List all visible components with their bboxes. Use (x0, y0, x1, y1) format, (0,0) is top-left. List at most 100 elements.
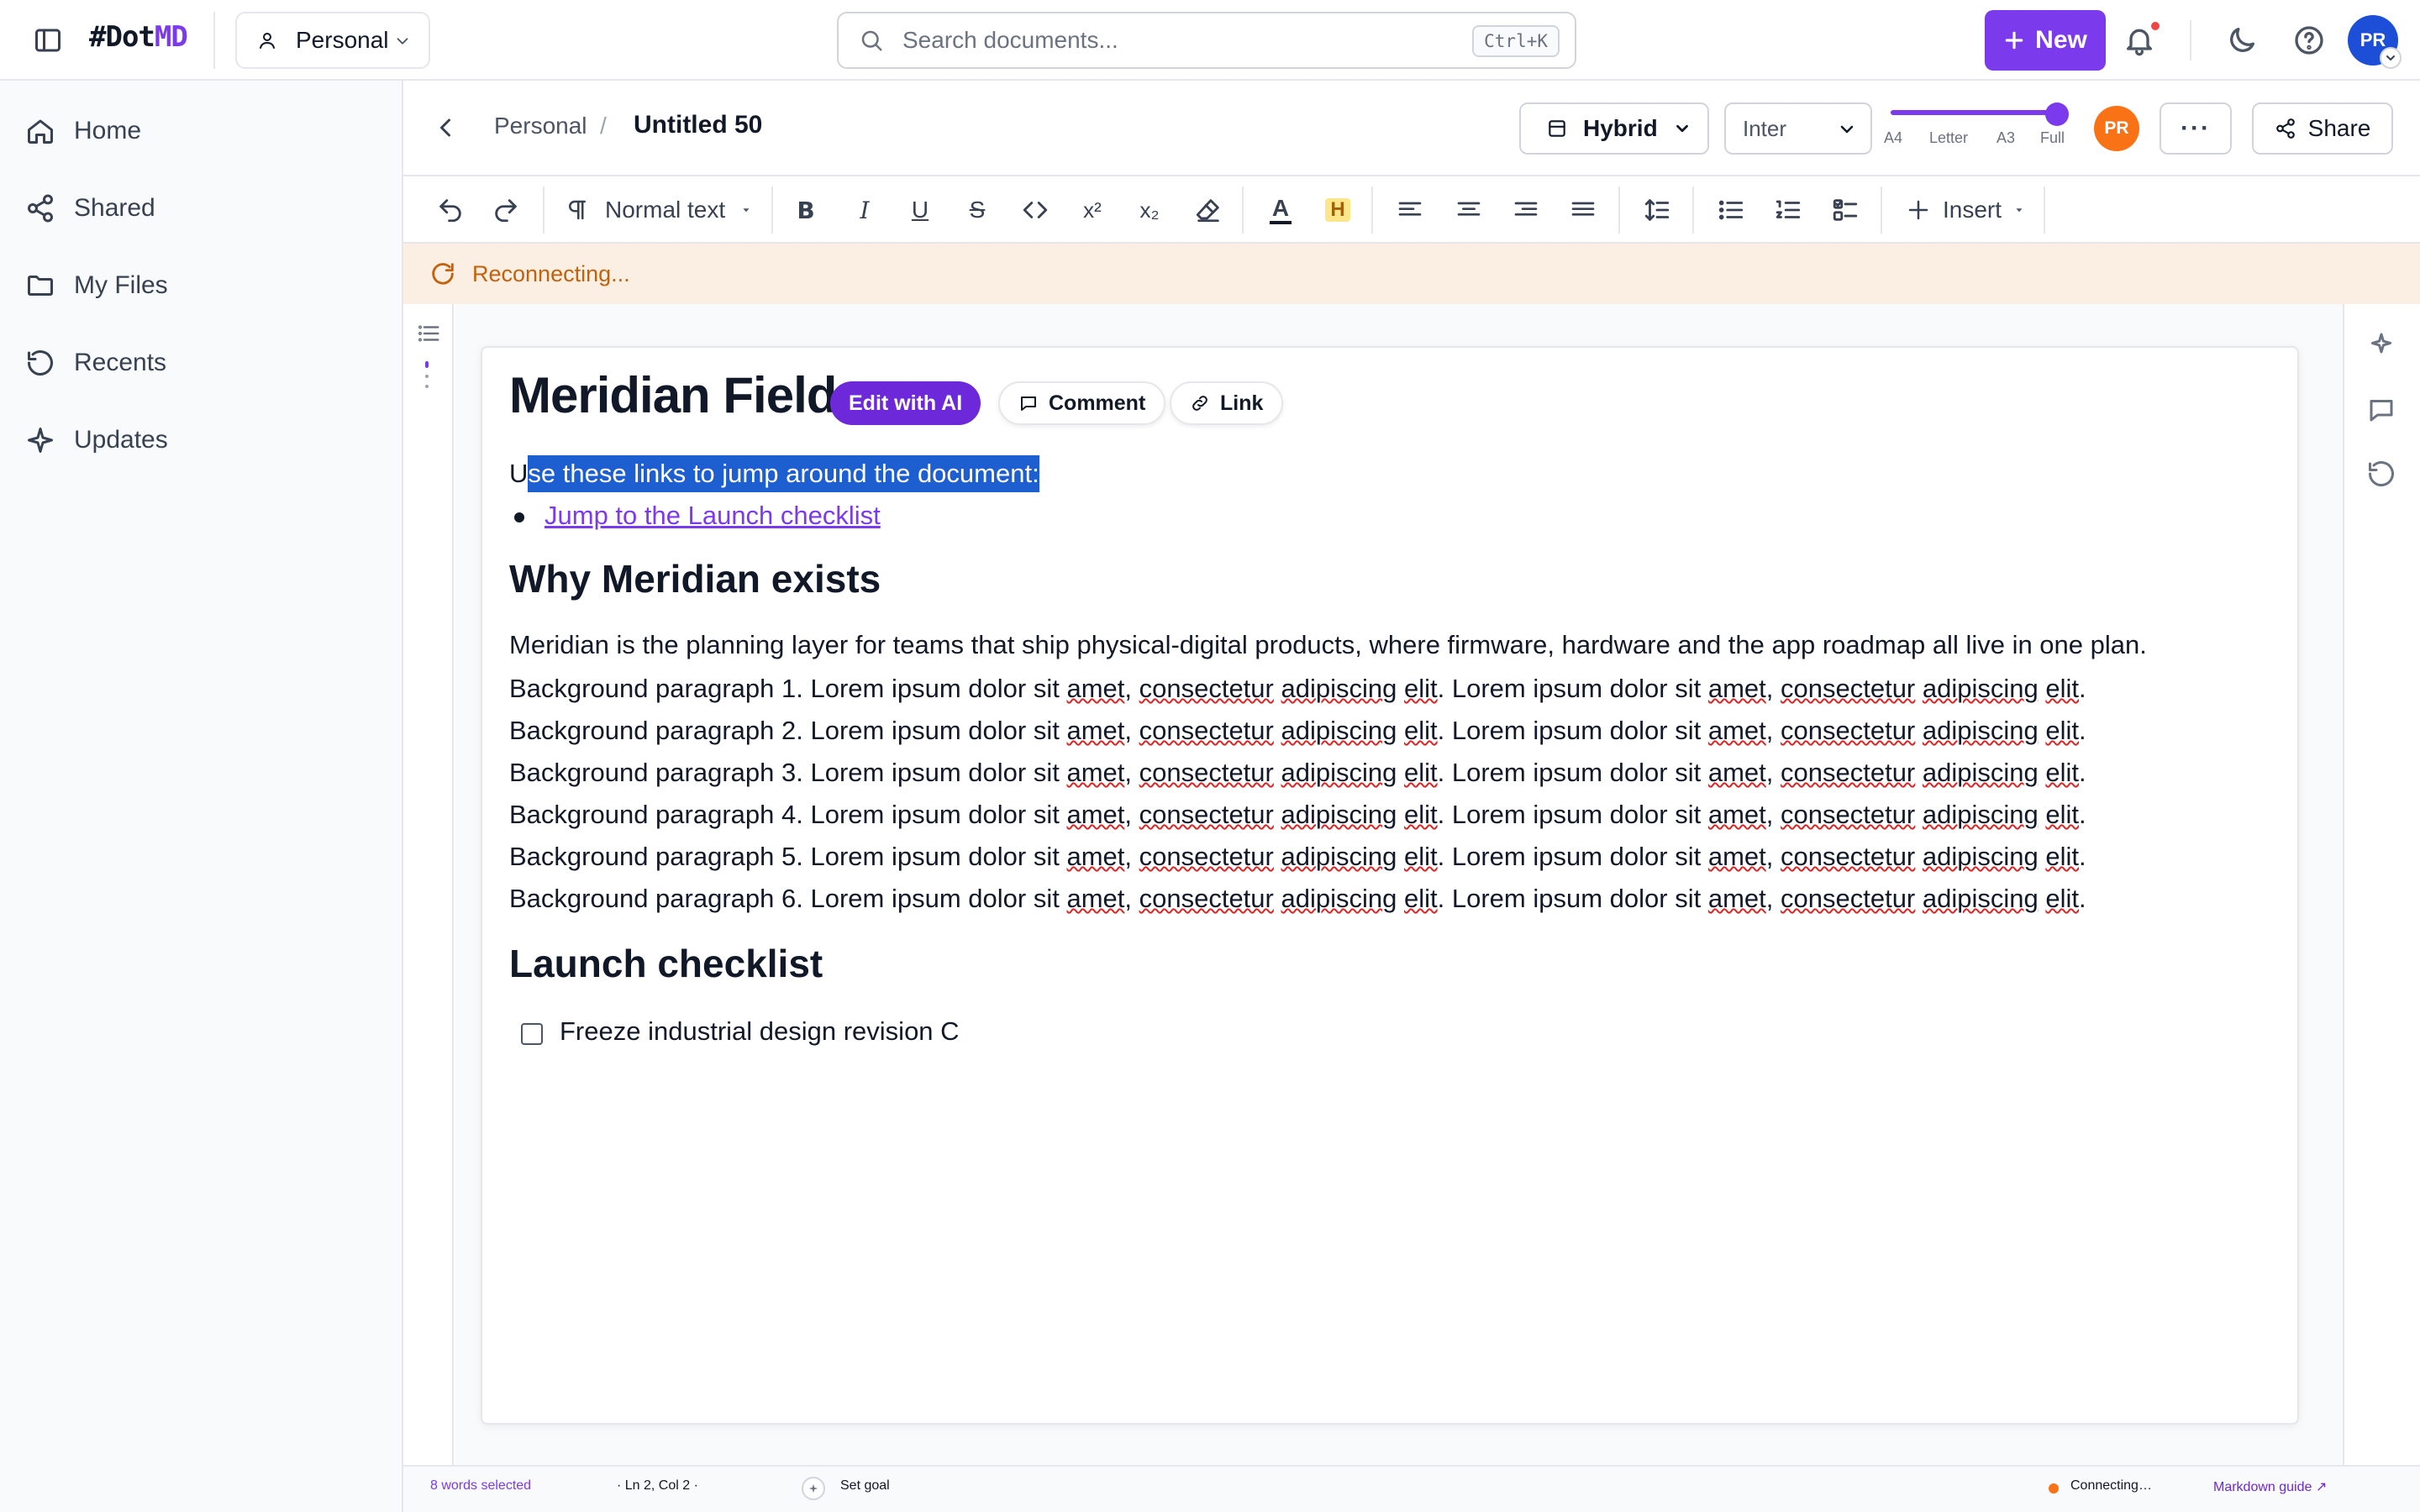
new-document-button[interactable]: New (1985, 10, 2106, 71)
task-list-icon[interactable] (1828, 192, 1862, 228)
italic-button[interactable]: I (850, 192, 879, 228)
align-justify-icon[interactable] (1566, 192, 1600, 228)
sidebar-item-label: Home (74, 117, 142, 144)
font-select[interactable]: Inter (1724, 102, 1872, 155)
background-paragraph[interactable]: Background paragraph 4. Lorem ipsum dolo… (509, 800, 2086, 830)
document-title[interactable]: Meridian Field (509, 366, 837, 424)
why-paragraph[interactable]: Meridian is the planning layer for teams… (509, 630, 2147, 660)
text-color-swatch (1270, 221, 1292, 224)
view-mode-dropdown[interactable]: Hybrid (1519, 102, 1709, 155)
page-size-label-a4[interactable]: A4 (1884, 129, 1902, 147)
sidebar-item-shared[interactable]: Shared (25, 185, 155, 232)
background-paragraph[interactable]: Background paragraph 3. Lorem ipsum dolo… (509, 758, 2086, 788)
checklist-checkbox[interactable] (521, 1023, 543, 1045)
subscript-button[interactable]: x₂ (1133, 192, 1166, 228)
chevron-down-icon (1676, 124, 1688, 133)
document-name[interactable]: Untitled 50 (634, 111, 762, 139)
background-paragraph[interactable]: Background paragraph 5. Lorem ipsum dolo… (509, 842, 2086, 872)
outline-marker-active[interactable] (425, 361, 429, 368)
background-paragraph[interactable]: Background paragraph 2. Lorem ipsum dolo… (509, 716, 2086, 746)
breadcrumb-parent[interactable]: Personal (494, 113, 587, 139)
cursor-position: · Ln 2, Col 2 · (617, 1478, 698, 1493)
strikethrough-button[interactable]: S (963, 192, 992, 228)
sidebar-toggle-icon[interactable] (32, 25, 64, 55)
link-icon (1192, 396, 1207, 411)
share-icon (28, 194, 53, 223)
divider (2190, 20, 2191, 60)
align-right-icon[interactable] (1509, 192, 1543, 228)
workspace-switcher[interactable]: Personal (235, 12, 430, 69)
connection-status: Connecting… (2070, 1478, 2152, 1493)
text-color-button[interactable]: A (1264, 192, 1297, 228)
page-size-label-letter[interactable]: Letter (1929, 129, 1968, 147)
edit-with-ai-button[interactable]: Edit with AI (830, 381, 981, 425)
inline-code-icon[interactable] (1018, 192, 1052, 228)
superscript-button[interactable]: x² (1076, 192, 1109, 228)
comment-icon (1021, 396, 1036, 411)
sidebar-item-my-files[interactable]: My Files (25, 262, 168, 309)
insert-dropdown[interactable]: Insert (1902, 192, 2028, 228)
highlight-button[interactable]: H (1321, 192, 1355, 228)
share-button[interactable]: Share (2252, 102, 2393, 155)
version-history-icon[interactable] (2366, 459, 2396, 489)
ai-sparkle-icon[interactable] (2366, 329, 2396, 360)
underline-button[interactable]: U (906, 192, 934, 228)
divider (213, 12, 215, 69)
bullet-list-icon[interactable] (1714, 192, 1748, 228)
page-size-slider-knob[interactable] (2045, 102, 2069, 126)
search-icon (861, 30, 882, 51)
reconnecting-banner: Reconnecting... (403, 244, 2420, 304)
banner-text: Reconnecting... (472, 260, 630, 286)
outline-marker[interactable] (425, 375, 429, 378)
help-icon[interactable] (2292, 24, 2326, 57)
sidebar-item-recents[interactable]: Recents (25, 339, 166, 386)
block-type-label: Normal text (605, 197, 726, 223)
outline-icon[interactable] (415, 321, 442, 346)
toolbar-divider (2044, 186, 2045, 234)
back-arrow-icon[interactable] (430, 113, 460, 143)
link-button[interactable]: Link (1170, 381, 1284, 425)
more-options-button[interactable]: ··· (2160, 102, 2232, 155)
anchor-link[interactable]: Jump to the Launch checklist (544, 501, 881, 531)
intro-paragraph[interactable]: Use these links to jump around the docum… (509, 455, 1039, 492)
heading-why[interactable]: Why Meridian exists (509, 556, 881, 601)
align-center-icon[interactable] (1452, 192, 1486, 228)
heading-launch[interactable]: Launch checklist (509, 941, 823, 986)
markdown-guide-link[interactable]: Markdown guide ↗ (2213, 1478, 2327, 1495)
chevron-down-icon (1840, 125, 1854, 134)
background-paragraph[interactable]: Background paragraph 1. Lorem ipsum dolo… (509, 674, 2086, 704)
redo-icon[interactable] (491, 192, 521, 228)
clear-format-icon[interactable] (1192, 192, 1225, 228)
checklist-item-label[interactable]: Freeze industrial design revision C (560, 1016, 960, 1047)
plus-icon (1908, 200, 1928, 220)
insert-label: Insert (1942, 197, 2002, 223)
line-height-icon[interactable] (1640, 192, 1674, 228)
set-goal-button[interactable]: Set goal (840, 1478, 890, 1494)
comments-icon[interactable] (2366, 395, 2396, 425)
background-paragraph[interactable]: Background paragraph 6. Lorem ipsum dolo… (509, 884, 2086, 914)
search-input[interactable]: Search documents... Ctrl+K (837, 12, 1576, 69)
avatar-menu-chevron-icon[interactable] (2380, 47, 2402, 69)
chevron-down-icon (397, 38, 408, 45)
align-left-icon[interactable] (1393, 192, 1427, 228)
home-icon (28, 119, 53, 144)
page-size-label-full[interactable]: Full (2040, 129, 2065, 147)
collaborator-avatar[interactable]: PR (2094, 106, 2139, 151)
moon-icon[interactable] (2225, 24, 2259, 57)
page-size-slider[interactable] (1891, 110, 2059, 115)
app-logo[interactable]: #DotMD (89, 20, 188, 54)
page-size-label-a3[interactable]: A3 (1996, 129, 2015, 147)
sidebar-item-updates[interactable]: Updates (25, 417, 168, 464)
outline-marker[interactable] (425, 385, 429, 388)
plus-icon (2005, 31, 2023, 50)
block-type-dropdown[interactable]: Normal text (565, 192, 758, 228)
numbered-list-icon[interactable] (1771, 192, 1805, 228)
sidebar-item-home[interactable]: Home (25, 108, 141, 155)
bold-button[interactable]: B (792, 192, 820, 228)
comment-button[interactable]: Comment (998, 381, 1166, 425)
toolbar-divider (1242, 186, 1244, 234)
comment-label: Comment (1049, 391, 1146, 415)
sidebar-item-label: My Files (74, 271, 168, 299)
goal-icon[interactable] (802, 1477, 825, 1500)
undo-icon[interactable] (435, 192, 466, 228)
